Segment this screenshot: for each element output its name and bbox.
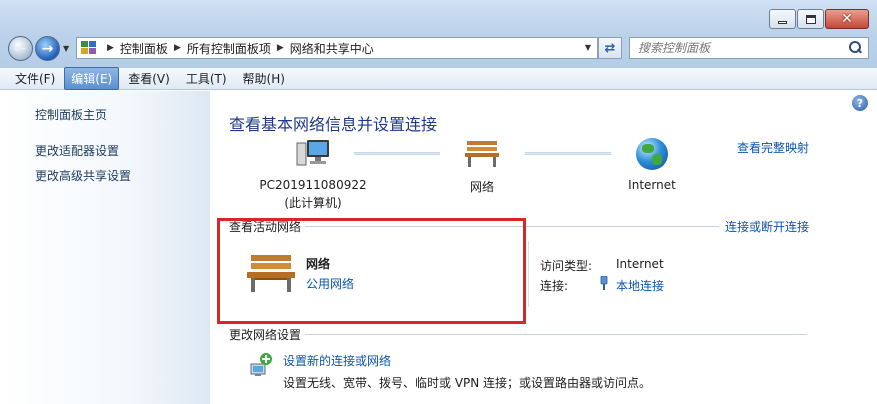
menu-edit[interactable]: 编辑(E): [64, 67, 120, 90]
breadcrumb-network-center[interactable]: 网络和共享中心: [290, 40, 374, 57]
refresh-icon: ⇄: [604, 40, 616, 56]
title-bar: ✕ ← → ▼ ▶ 控制面板 ▶ 所有控制面板项 ▶ 网络和共享中心 ▼ ⇄: [0, 0, 877, 68]
connect-disconnect-link[interactable]: 连接或断开连接: [725, 218, 809, 235]
access-type-value: Internet: [616, 257, 664, 271]
breadcrumb-control-panel[interactable]: 控制面板: [120, 40, 168, 57]
page-title: 查看基本网络信息并设置连接: [229, 115, 438, 134]
sidebar-link-adapter-settings[interactable]: 更改适配器设置: [35, 142, 119, 159]
breadcrumb-separator[interactable]: ▶: [277, 43, 284, 53]
ethernet-icon: [600, 276, 608, 290]
back-button[interactable]: ←: [8, 36, 33, 61]
forward-arrow-icon: →: [41, 40, 54, 57]
menu-file[interactable]: 文件(F): [8, 67, 62, 90]
menu-help[interactable]: 帮助(H): [236, 67, 292, 90]
menu-tools[interactable]: 工具(T): [179, 67, 234, 90]
close-icon: ✕: [841, 11, 853, 27]
connection-line: [354, 152, 440, 155]
computer-icon: [296, 140, 329, 166]
minimize-button[interactable]: [769, 9, 796, 29]
sidebar-link-home[interactable]: 控制面板主页: [35, 106, 107, 123]
setup-new-connection-link[interactable]: 设置新的连接或网络: [283, 352, 391, 369]
connection-line: [525, 152, 611, 155]
recent-pages-dropdown[interactable]: ▼: [63, 44, 69, 53]
close-button[interactable]: ✕: [825, 9, 869, 29]
this-computer-label: (此计算机): [284, 196, 342, 210]
search-box: [629, 37, 869, 59]
view-full-map-link[interactable]: 查看完整映射: [737, 139, 809, 156]
internet-label: Internet: [628, 178, 676, 192]
menu-bar: 文件(F) 编辑(E) 查看(V) 工具(T) 帮助(H): [0, 67, 877, 90]
search-icon[interactable]: [846, 39, 864, 57]
forward-button[interactable]: →: [35, 36, 60, 61]
search-input[interactable]: [630, 41, 846, 55]
window-controls: ✕: [768, 9, 869, 29]
help-icon[interactable]: ?: [852, 95, 868, 111]
refresh-button[interactable]: ⇄: [598, 37, 622, 59]
sidebar: 控制面板主页 更改适配器设置 更改高级共享设置: [0, 91, 210, 404]
breadcrumb-separator[interactable]: ▶: [107, 43, 114, 53]
setup-description: 设置无线、宽带、拨号、临时或 VPN 连接；或设置路由器或访问点。: [283, 376, 652, 390]
section-divider: [305, 334, 807, 335]
vertical-divider: [528, 241, 529, 307]
sidebar-link-sharing-settings[interactable]: 更改高级共享设置: [35, 167, 131, 184]
address-bar[interactable]: ▶ 控制面板 ▶ 所有控制面板项 ▶ 网络和共享中心 ▼: [76, 37, 598, 59]
minimize-icon: [778, 20, 787, 24]
highlight-box: [217, 218, 526, 324]
internet-globe-icon: [636, 138, 668, 170]
bench-network-icon: [465, 141, 499, 167]
breadcrumb-separator[interactable]: ▶: [174, 43, 181, 53]
breadcrumb-all-items[interactable]: 所有控制面板项: [187, 40, 271, 57]
new-connection-icon: [250, 353, 272, 376]
access-type-label: 访问类型:: [540, 259, 593, 273]
maximize-icon: [805, 14, 816, 24]
navigation-buttons: ← → ▼: [8, 36, 69, 61]
menu-view[interactable]: 查看(V): [121, 67, 177, 90]
computer-name-label: PC201911080922: [259, 178, 367, 192]
local-connection-link[interactable]: 本地连接: [616, 277, 664, 294]
maximize-button[interactable]: [797, 9, 824, 29]
address-dropdown-icon[interactable]: ▼: [585, 43, 591, 52]
back-arrow-icon: ←: [14, 40, 27, 57]
network-label: 网络: [469, 180, 494, 194]
control-panel-icon: [81, 41, 97, 55]
connection-label: 连接:: [540, 279, 569, 293]
change-settings-heading: 更改网络设置: [229, 328, 302, 342]
